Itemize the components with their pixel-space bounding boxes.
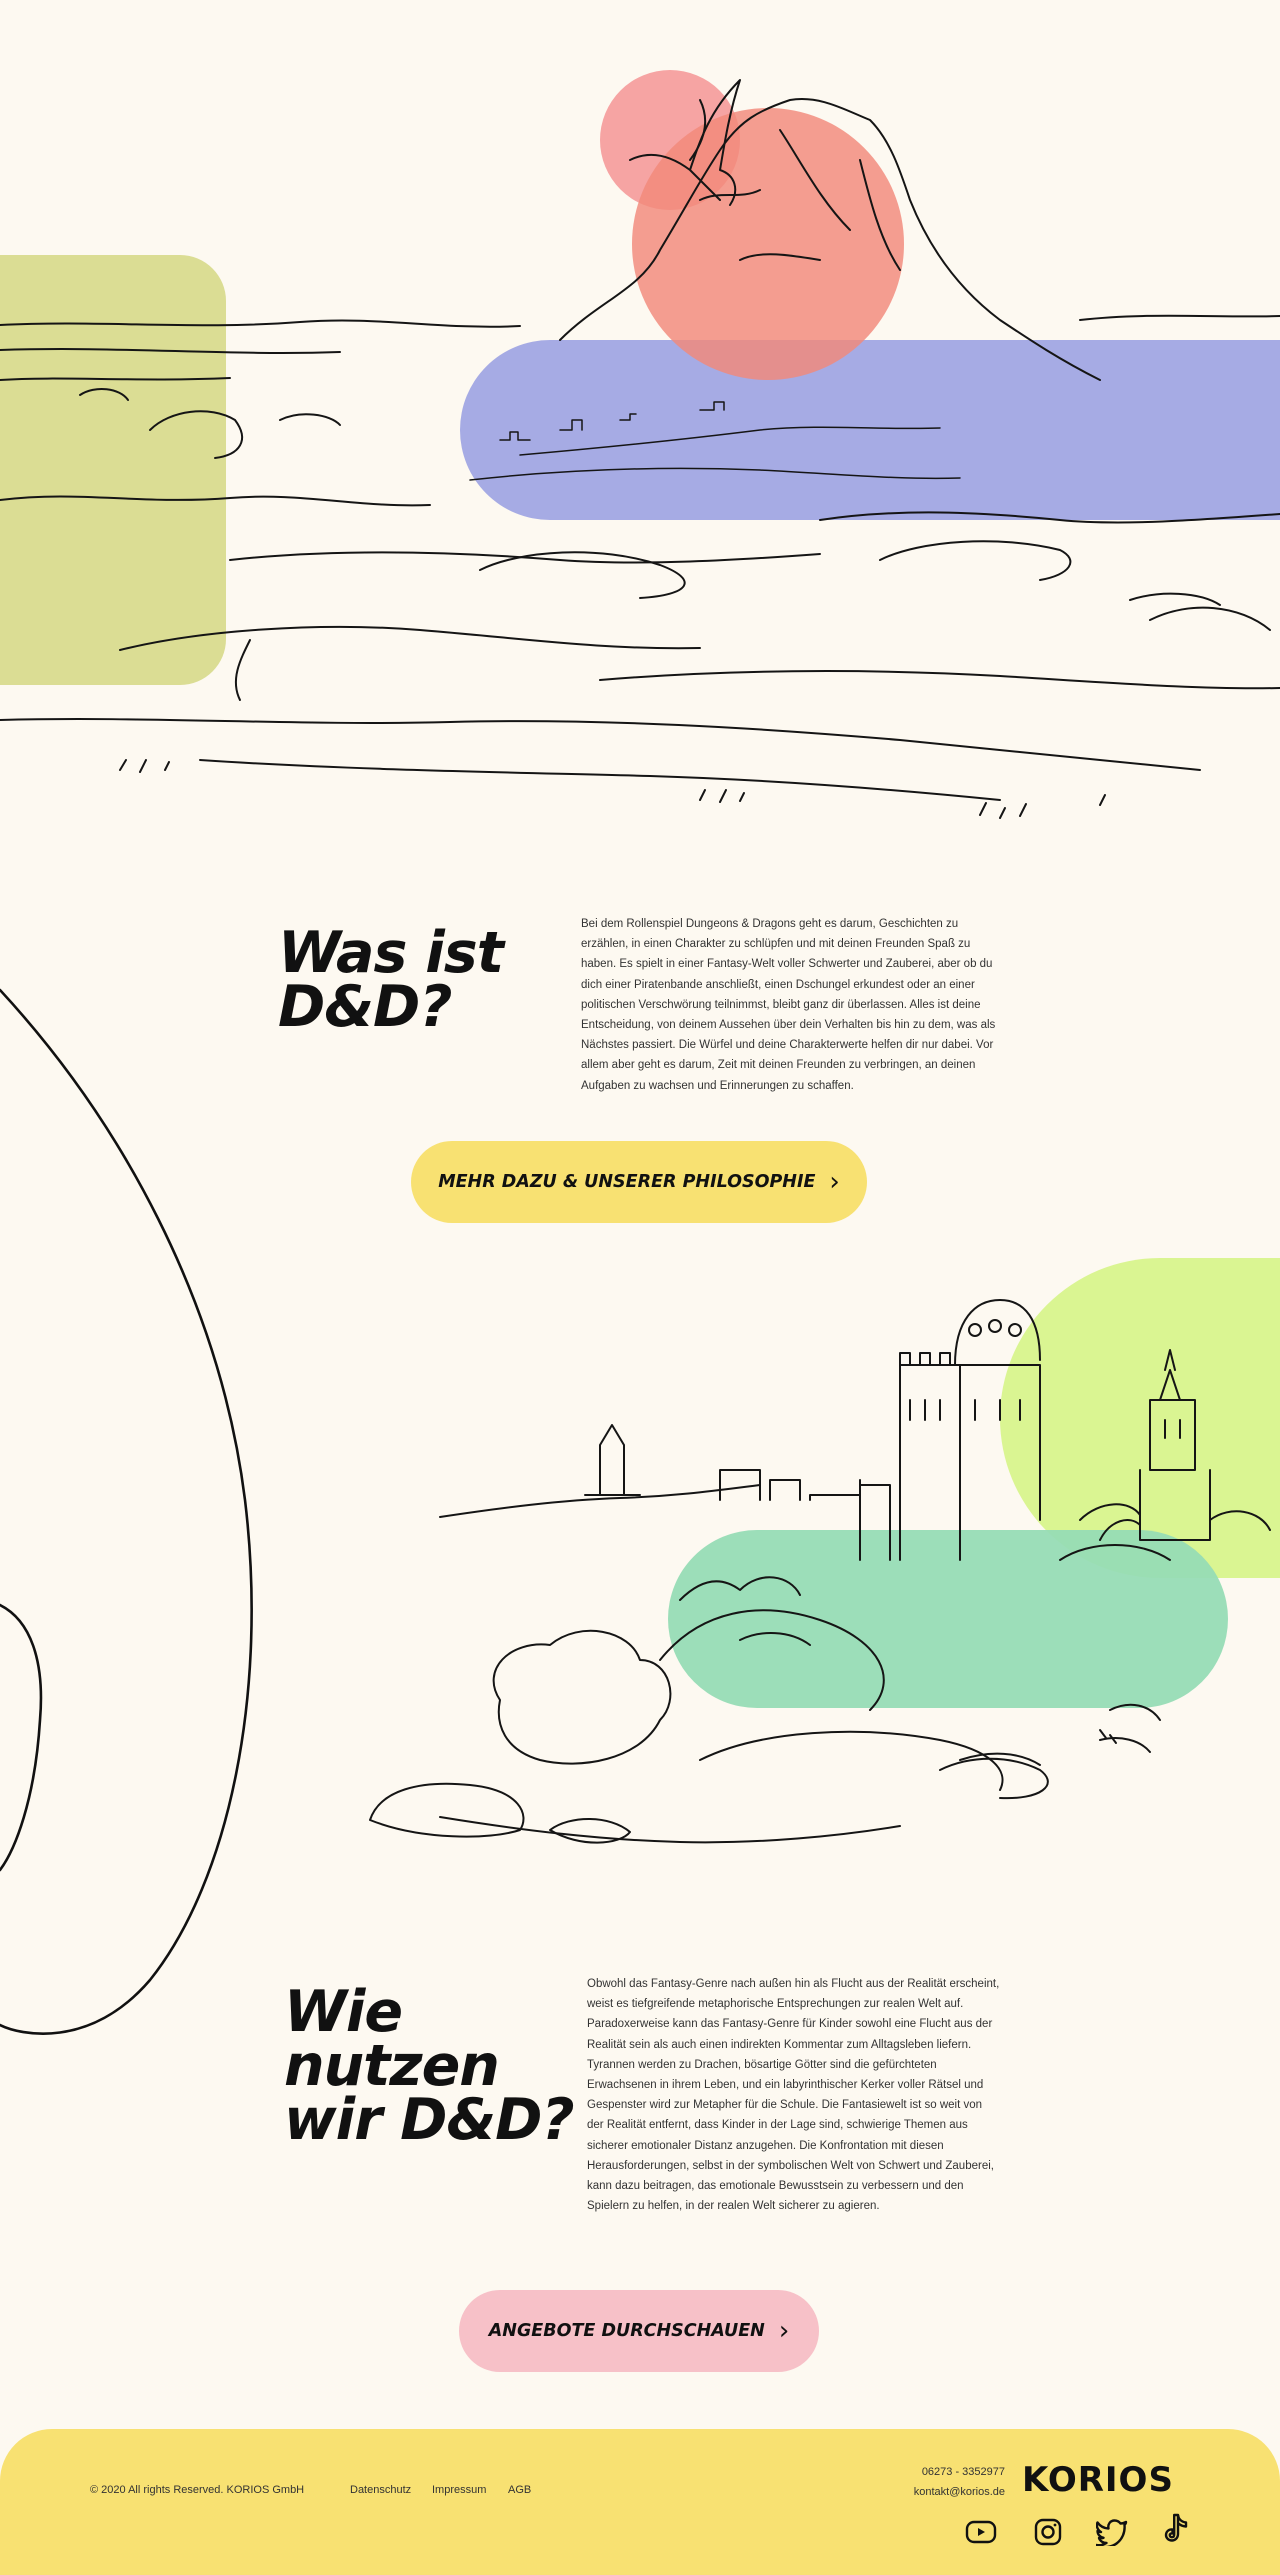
section2-heading-line3: wir D&D? — [284, 2087, 575, 2153]
korios-logo[interactable]: KORIOS — [1022, 2460, 1192, 2500]
footer-copyright: © 2020 All rights Reserved. KORIOS GmbH — [90, 2484, 305, 2496]
offers-button[interactable]: ANGEBOTE DURCHSCHAUEN › — [459, 2290, 819, 2372]
tiktok-icon[interactable] — [1160, 2512, 1194, 2546]
footer-link-agb[interactable]: AGB — [508, 2484, 531, 2496]
offers-button-label: ANGEBOTE DURCHSCHAUEN — [488, 2321, 765, 2341]
footer-link-impressum[interactable]: Impressum — [432, 2484, 486, 2496]
twitter-icon[interactable] — [1095, 2515, 1129, 2549]
section2-body: Obwohl das Fantasy-Genre nach außen hin … — [587, 1978, 1000, 2213]
instagram-icon[interactable] — [1031, 2515, 1065, 2549]
section2-heading: Wie nutzen wir D&D? — [284, 1984, 604, 2149]
youtube-icon[interactable] — [964, 2515, 998, 2549]
footer — [0, 2429, 1280, 2575]
castle-illustration — [369, 1299, 1271, 1844]
footer-link-datenschutz[interactable]: Datenschutz — [350, 2484, 411, 2496]
chevron-right-icon: › — [778, 2316, 790, 2346]
footer-email[interactable]: kontakt@korios.de — [914, 2486, 1005, 2498]
footer-phone[interactable]: 06273 - 3352977 — [922, 2466, 1005, 2478]
